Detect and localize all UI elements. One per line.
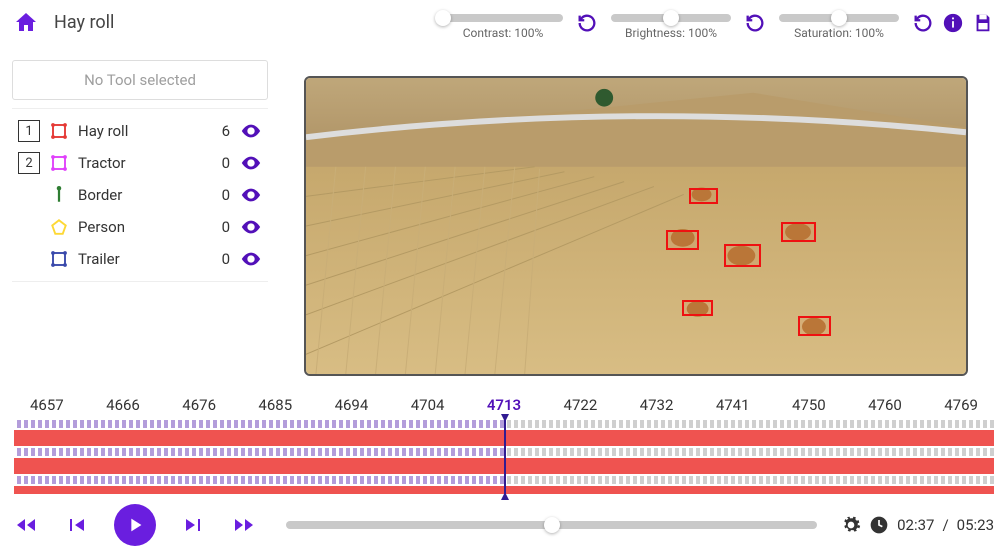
save-icon[interactable] bbox=[972, 12, 994, 34]
frame-tick[interactable]: 4769 bbox=[944, 396, 978, 414]
contrast-thumb[interactable] bbox=[435, 10, 451, 26]
fast-forward-button[interactable] bbox=[232, 513, 256, 537]
class-hotkey bbox=[18, 216, 40, 238]
reset-saturation-icon[interactable] bbox=[912, 12, 934, 34]
class-row[interactable]: Border 0 bbox=[12, 179, 268, 211]
class-count: 6 bbox=[206, 122, 230, 140]
timeline: 4657 4666 4676 4685 4694 4704 4713 4722 4732 4741… bbox=[0, 388, 1008, 494]
visibility-icon[interactable] bbox=[240, 248, 262, 270]
class-name: Trailer bbox=[78, 250, 196, 268]
playback-controls: 02:37 / 05:23 bbox=[0, 494, 1008, 546]
rect-icon bbox=[50, 250, 68, 268]
progress-thumb[interactable] bbox=[544, 517, 560, 533]
visibility-icon[interactable] bbox=[240, 216, 262, 238]
class-count: 0 bbox=[206, 218, 230, 236]
time-separator: / bbox=[942, 516, 948, 534]
gear-icon[interactable] bbox=[841, 515, 861, 535]
home-icon[interactable] bbox=[14, 10, 38, 34]
no-tool-selected: No Tool selected bbox=[12, 60, 268, 100]
class-hotkey bbox=[18, 184, 40, 206]
video-canvas[interactable] bbox=[304, 76, 968, 376]
annotation-box[interactable] bbox=[724, 244, 761, 267]
frame-tick[interactable]: 4713 bbox=[487, 396, 521, 414]
frame-tick[interactable]: 4685 bbox=[258, 396, 292, 414]
brightness-slider[interactable]: Brightness: 100% bbox=[606, 10, 736, 40]
poly-icon bbox=[50, 218, 68, 236]
saturation-slider[interactable]: Saturation: 100% bbox=[774, 10, 904, 40]
visibility-icon[interactable] bbox=[240, 152, 262, 174]
annotation-box[interactable] bbox=[798, 316, 831, 336]
class-name: Person bbox=[78, 218, 196, 236]
reset-contrast-icon[interactable] bbox=[576, 12, 598, 34]
annotation-box[interactable] bbox=[666, 230, 699, 250]
top-right: Contrast: 100% Brightness: 100% Saturati… bbox=[438, 10, 994, 40]
class-name: Border bbox=[78, 186, 196, 204]
class-hotkey: 1 bbox=[18, 120, 40, 142]
visibility-icon[interactable] bbox=[240, 184, 262, 206]
annotation-box[interactable] bbox=[689, 188, 719, 204]
class-count: 0 bbox=[206, 154, 230, 172]
rect-icon bbox=[50, 122, 68, 140]
line-icon bbox=[50, 186, 68, 204]
frame-tick[interactable]: 4694 bbox=[335, 396, 369, 414]
class-row[interactable]: 1 Hay roll 6 bbox=[12, 115, 268, 147]
frame-tick[interactable]: 4760 bbox=[868, 396, 902, 414]
frame-tick[interactable]: 4732 bbox=[640, 396, 674, 414]
visibility-icon[interactable] bbox=[240, 120, 262, 142]
time-info: 02:37 / 05:23 bbox=[841, 515, 994, 535]
frame-tick[interactable]: 4750 bbox=[792, 396, 826, 414]
class-count: 0 bbox=[206, 186, 230, 204]
class-list: 1Hay roll62Tractor0Border0Person0Trailer… bbox=[12, 108, 268, 282]
main-area: No Tool selected 1Hay roll62Tractor0Bord… bbox=[0, 48, 1008, 388]
brightness-label: Brightness: 100% bbox=[625, 26, 717, 40]
reset-brightness-icon[interactable] bbox=[744, 12, 766, 34]
canvas-wrap bbox=[280, 48, 1008, 388]
page-title: Hay roll bbox=[54, 12, 114, 33]
clock-icon[interactable] bbox=[869, 515, 889, 535]
brightness-thumb[interactable] bbox=[663, 10, 679, 26]
frame-tick[interactable]: 4676 bbox=[182, 396, 216, 414]
transport-buttons bbox=[14, 504, 256, 546]
top-bar: Hay roll Contrast: 100% Brightness: 100%… bbox=[0, 0, 1008, 48]
class-row[interactable]: Trailer 0 bbox=[12, 243, 268, 275]
class-row[interactable]: 2 Tractor 0 bbox=[12, 147, 268, 179]
field-image bbox=[306, 78, 966, 374]
next-frame-button[interactable] bbox=[182, 513, 206, 537]
current-time: 02:37 bbox=[897, 516, 934, 534]
total-time: 05:23 bbox=[957, 516, 994, 534]
frame-tick[interactable]: 4722 bbox=[564, 396, 598, 414]
prev-frame-button[interactable] bbox=[64, 513, 88, 537]
tracks[interactable] bbox=[14, 420, 994, 494]
frame-tick[interactable]: 4666 bbox=[106, 396, 140, 414]
progress-bar[interactable] bbox=[286, 521, 817, 529]
contrast-slider[interactable]: Contrast: 100% bbox=[438, 10, 568, 40]
sidebar: No Tool selected 1Hay roll62Tractor0Bord… bbox=[0, 48, 280, 388]
class-count: 0 bbox=[206, 250, 230, 268]
class-name: Tractor bbox=[78, 154, 196, 172]
frame-tick[interactable]: 4657 bbox=[30, 396, 64, 414]
rewind-button[interactable] bbox=[14, 513, 38, 537]
contrast-label: Contrast: 100% bbox=[463, 26, 544, 40]
frame-tick[interactable]: 4741 bbox=[716, 396, 750, 414]
class-row[interactable]: Person 0 bbox=[12, 211, 268, 243]
rect-icon bbox=[50, 154, 68, 172]
class-name: Hay roll bbox=[78, 122, 196, 140]
play-button[interactable] bbox=[114, 504, 156, 546]
app-root: Hay roll Contrast: 100% Brightness: 100%… bbox=[0, 0, 1008, 546]
class-hotkey: 2 bbox=[18, 152, 40, 174]
info-icon[interactable] bbox=[942, 12, 964, 34]
annotation-box[interactable] bbox=[682, 300, 713, 316]
annotation-box[interactable] bbox=[781, 222, 816, 242]
playhead[interactable] bbox=[504, 420, 506, 494]
frame-tick[interactable]: 4704 bbox=[411, 396, 445, 414]
class-hotkey bbox=[18, 248, 40, 270]
saturation-label: Saturation: 100% bbox=[794, 26, 884, 40]
top-left: Hay roll bbox=[14, 10, 114, 34]
saturation-thumb[interactable] bbox=[831, 10, 847, 26]
